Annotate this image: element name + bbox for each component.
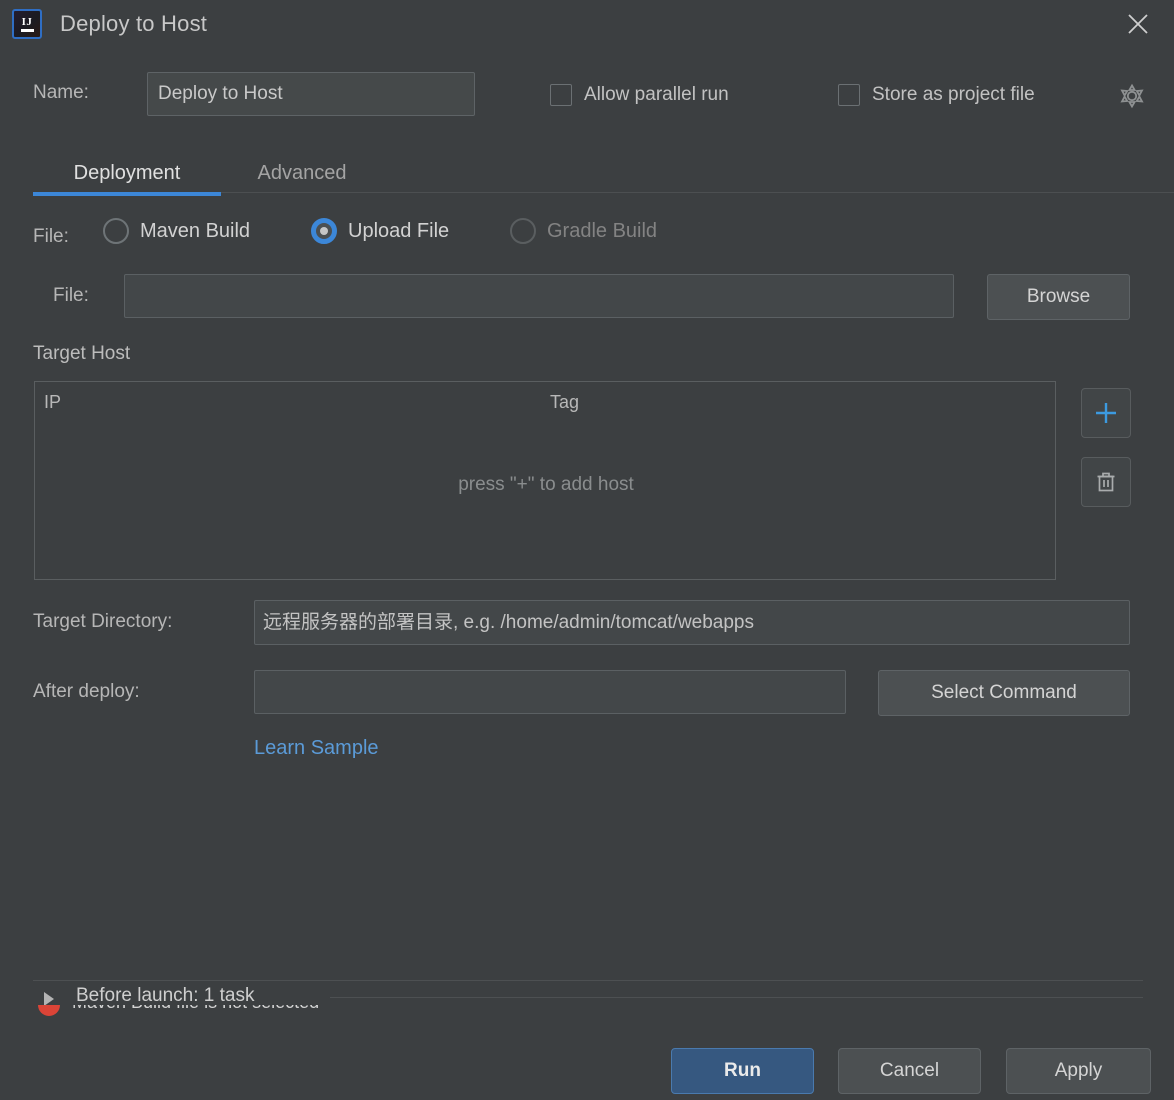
intellij-idea-icon-text: IJ — [21, 15, 33, 28]
checkbox-box — [838, 84, 860, 106]
validation-error-strip: Maven Build file is not selected — [0, 1005, 1174, 1018]
intellij-idea-icon-bar — [20, 28, 34, 32]
radio-indicator-selected — [311, 218, 337, 244]
apply-button-label: Apply — [1054, 1060, 1103, 1081]
run-button[interactable]: Run — [671, 1048, 814, 1094]
remove-host-button[interactable] — [1081, 457, 1131, 507]
store-as-project-file-label: Store as project file — [872, 84, 1035, 105]
radio-gradle-build-label: Gradle Build — [547, 219, 658, 242]
cancel-button[interactable]: Cancel — [838, 1048, 981, 1094]
dialog-title-bar: IJ Deploy to Host — [0, 0, 1174, 48]
error-icon — [38, 1005, 60, 1016]
after-deploy-input[interactable] — [254, 670, 846, 714]
radio-upload-file[interactable]: Upload File — [311, 218, 449, 244]
trash-icon — [1097, 472, 1115, 492]
run-button-label: Run — [724, 1060, 761, 1081]
tab-advanced-label: Advanced — [257, 161, 347, 184]
chevron-right-icon[interactable] — [44, 992, 54, 1006]
allow-parallel-run-label: Allow parallel run — [584, 84, 729, 105]
target-host-empty-text: press "+" to add host — [458, 474, 634, 495]
before-launch-title: Before launch: 1 task — [76, 985, 255, 1006]
browse-button[interactable]: Browse — [987, 274, 1130, 320]
file-kind-radio-group: File: Maven Build Upload File Gradle Bui… — [0, 218, 1174, 258]
file-kind-label: File: — [33, 226, 69, 247]
target-directory-label: Target Directory: — [33, 611, 173, 632]
tab-bar-divider — [221, 192, 1174, 193]
before-launch-trailing-line — [330, 997, 1143, 998]
radio-upload-file-label: Upload File — [348, 219, 450, 242]
select-command-button[interactable]: Select Command — [878, 670, 1130, 716]
cancel-button-label: Cancel — [879, 1060, 940, 1081]
add-host-button[interactable] — [1081, 388, 1131, 438]
file-label: File: — [53, 285, 89, 306]
gear-icon[interactable] — [1118, 82, 1146, 110]
tab-active-indicator — [33, 192, 221, 196]
store-as-project-file-checkbox[interactable]: Store as project file — [838, 84, 1035, 106]
radio-indicator — [510, 218, 536, 244]
radio-gradle-build[interactable]: Gradle Build — [510, 218, 657, 244]
target-host-table[interactable]: IP Tag press "+" to add host — [34, 381, 1056, 580]
apply-button[interactable]: Apply — [1006, 1048, 1151, 1094]
target-directory-row: Target Directory: — [0, 600, 1174, 648]
after-deploy-label: After deploy: — [33, 681, 140, 702]
allow-parallel-run-checkbox[interactable]: Allow parallel run — [550, 84, 729, 106]
after-deploy-row: After deploy: Select Command — [0, 670, 1174, 718]
tab-bar: Deployment Advanced — [0, 150, 1174, 198]
intellij-idea-icon: IJ — [12, 9, 42, 39]
before-launch-divider — [33, 980, 1143, 981]
tab-deployment[interactable]: Deployment — [33, 150, 221, 196]
plus-icon — [1096, 403, 1116, 423]
dialog-title: Deploy to Host — [60, 11, 208, 36]
validation-error-message: Maven Build file is not selected — [72, 1005, 319, 1013]
target-directory-input[interactable] — [254, 600, 1130, 645]
dialog-footer: Run Cancel Apply — [0, 1044, 1174, 1100]
checkbox-box — [550, 84, 572, 106]
radio-maven-build[interactable]: Maven Build — [103, 218, 250, 244]
file-picker-row: File: Browse — [0, 274, 1174, 322]
name-input[interactable] — [147, 72, 475, 116]
tab-advanced[interactable]: Advanced — [228, 150, 376, 196]
radio-dot — [320, 227, 328, 235]
radio-indicator — [103, 218, 129, 244]
tab-deployment-label: Deployment — [73, 161, 181, 184]
target-host-section-label: Target Host — [33, 343, 131, 364]
close-icon[interactable] — [1120, 6, 1156, 42]
name-label: Name: — [33, 82, 89, 103]
learn-sample-link[interactable]: Learn Sample — [254, 737, 379, 760]
file-path-input[interactable] — [124, 274, 954, 318]
column-header-tag: Tag — [550, 392, 580, 412]
name-row: Name: Allow parallel run Store as projec… — [0, 72, 1174, 120]
browse-button-label: Browse — [1026, 286, 1091, 307]
column-header-ip: IP — [44, 392, 62, 412]
select-command-label: Select Command — [931, 682, 1077, 703]
radio-maven-build-label: Maven Build — [140, 219, 251, 242]
